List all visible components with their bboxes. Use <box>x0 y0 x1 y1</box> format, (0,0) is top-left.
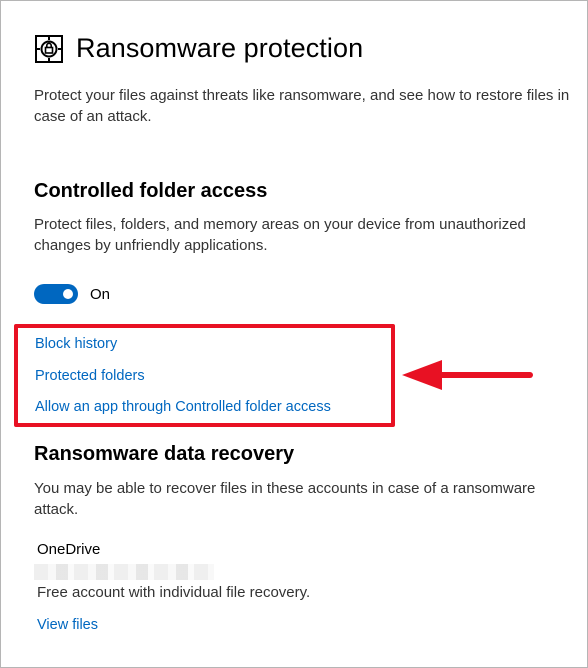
controlled-folder-access-description: Protect files, folders, and memory areas… <box>34 216 526 254</box>
block-history-link[interactable]: Block history <box>35 336 117 352</box>
redacted-account-email <box>34 564 214 580</box>
controlled-folder-access-toggle-row: On <box>34 284 110 304</box>
ransomware-shield-icon <box>35 34 63 63</box>
toggle-knob <box>63 289 73 299</box>
controlled-folder-access-heading: Controlled folder access <box>34 180 268 202</box>
view-files-link[interactable]: View files <box>37 617 98 633</box>
protected-folders-link[interactable]: Protected folders <box>35 368 145 384</box>
data-recovery-heading: Ransomware data recovery <box>34 443 295 465</box>
title-row: Ransomware protection <box>34 33 363 64</box>
page-title: Ransomware protection <box>76 33 364 63</box>
data-recovery-description: You may be able to recover files in thes… <box>34 480 536 518</box>
annotation-arrow-icon <box>402 360 533 390</box>
account-description: Free account with individual file recove… <box>37 584 311 601</box>
allow-app-link[interactable]: Allow an app through Controlled folder a… <box>35 399 331 415</box>
account-name: OneDrive <box>37 541 101 558</box>
toggle-state-label: On <box>90 285 111 303</box>
controlled-folder-access-toggle[interactable] <box>34 284 78 304</box>
page-intro: Protect your files against threats like … <box>34 87 570 125</box>
